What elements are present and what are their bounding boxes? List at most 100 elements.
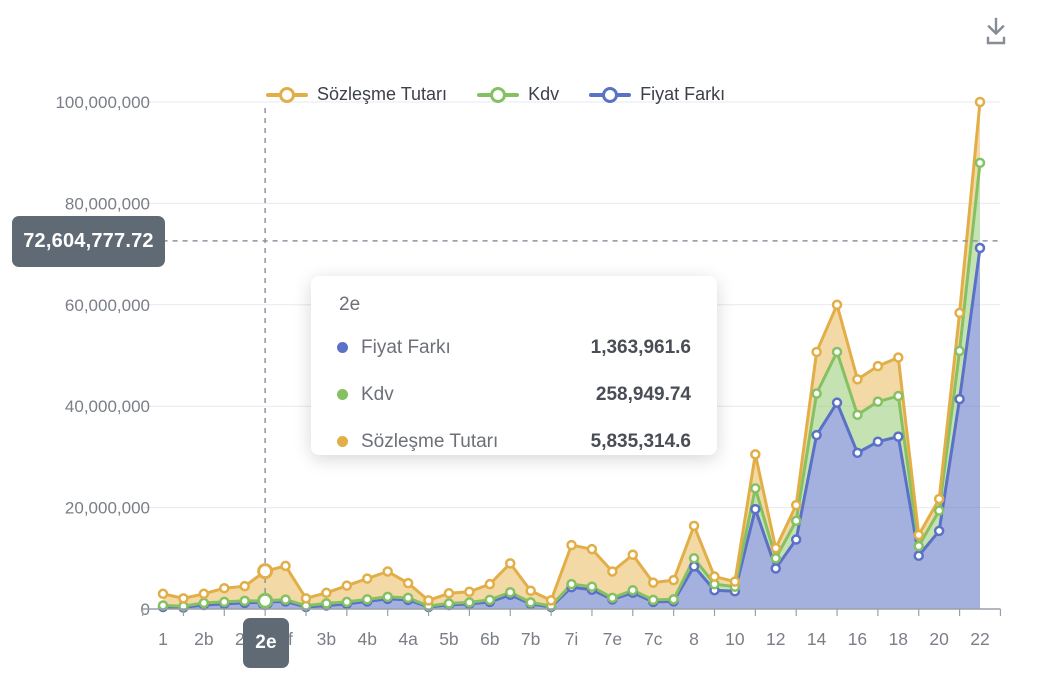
x-axis-label: 18 [889, 629, 908, 649]
x-axis-label: 10 [725, 629, 745, 649]
data-point-marker [568, 541, 576, 549]
tooltip-row: Kdv 258,949.74 [337, 371, 691, 418]
data-point-marker [853, 449, 861, 457]
data-point-marker [976, 98, 984, 106]
data-point-marker [853, 375, 861, 383]
tooltip-row: Sözleşme Tutarı 5,835,314.6 [337, 418, 691, 465]
data-point-marker [200, 599, 208, 607]
x-axis-label: 12 [766, 629, 785, 649]
data-point-marker [527, 598, 535, 606]
tooltip-series-label: Kdv [361, 384, 394, 406]
data-point-marker [527, 587, 535, 595]
legend-item-label: Kdv [528, 84, 559, 105]
data-point-marker [486, 580, 494, 588]
data-point-marker [935, 495, 943, 503]
legend-item-0[interactable]: Sözleşme Tutarı [266, 84, 447, 105]
series-dot-icon [337, 389, 348, 400]
data-point-marker [956, 347, 964, 355]
data-point-marker [976, 244, 984, 252]
data-point-marker [833, 399, 841, 407]
data-point-marker [874, 398, 882, 406]
data-point-marker [302, 594, 310, 602]
chart-page: Sözleşme TutarıKdvFiyat Farkı 020,000,00… [0, 0, 1037, 690]
data-point-marker [506, 559, 514, 567]
x-axis-label: 8 [689, 629, 699, 649]
data-point-marker [935, 507, 943, 515]
data-point-marker [363, 595, 371, 603]
x-axis-label: 6b [480, 629, 499, 649]
x-axis-label: 7i [565, 629, 579, 649]
tooltip-series-value: 1,363,961.6 [591, 337, 691, 359]
data-point-marker [425, 596, 433, 604]
data-point-marker [894, 354, 902, 362]
tooltip-series-value: 258,949.74 [596, 384, 691, 406]
data-point-marker [813, 348, 821, 356]
data-point-marker [363, 575, 371, 583]
data-point-marker [547, 596, 555, 604]
data-point-marker [568, 580, 576, 588]
data-point-marker [813, 431, 821, 439]
data-point-marker [956, 395, 964, 403]
data-point-marker [241, 597, 249, 605]
legend-marker-icon [589, 87, 631, 103]
data-point-marker [506, 588, 514, 596]
legend-marker-icon [477, 87, 519, 103]
data-point-marker [813, 390, 821, 398]
data-point-marker [874, 438, 882, 446]
data-point-marker [259, 565, 272, 578]
data-point-marker [200, 590, 208, 598]
data-point-marker [629, 551, 637, 559]
y-axis-label: 100,000,000 [55, 93, 150, 112]
data-point-marker [465, 588, 473, 596]
data-point-marker [976, 159, 984, 167]
data-point-marker [282, 562, 290, 570]
legend-item-2[interactable]: Fiyat Farkı [589, 84, 725, 105]
data-point-marker [465, 598, 473, 606]
data-point-marker [343, 582, 351, 590]
data-point-marker [404, 579, 412, 587]
tooltip-title: 2e [339, 294, 691, 316]
tooltip-row: Fiyat Farkı1,363,961.6 [337, 324, 691, 371]
series-dot-icon [337, 436, 348, 447]
data-point-marker [649, 579, 657, 587]
data-point-marker [751, 505, 759, 513]
data-point-marker [608, 594, 616, 602]
data-point-marker [608, 567, 616, 575]
x-axis-label: 20 [929, 629, 949, 649]
data-point-marker [894, 392, 902, 400]
data-point-marker [915, 552, 923, 560]
data-point-marker [179, 594, 187, 602]
data-point-marker [649, 596, 657, 604]
data-point-marker [159, 601, 167, 609]
legend-marker-icon [266, 87, 308, 103]
data-point-marker [220, 584, 228, 592]
x-axis-label: 14 [807, 629, 827, 649]
x-axis-label: 4a [398, 629, 418, 649]
series-dot-icon [337, 342, 348, 353]
data-point-marker [772, 564, 780, 572]
legend-item-1[interactable]: Kdv [477, 84, 559, 105]
data-point-marker [853, 411, 861, 419]
data-point-marker [445, 589, 453, 597]
data-point-marker [915, 531, 923, 539]
data-point-marker [690, 554, 698, 562]
data-point-marker [445, 599, 453, 607]
data-point-marker [384, 593, 392, 601]
tooltip-series-label: Sözleşme Tutarı [361, 431, 498, 453]
data-point-marker [751, 484, 759, 492]
data-point-marker [915, 542, 923, 550]
data-point-marker [241, 582, 249, 590]
y-axis-label: 20,000,000 [65, 499, 150, 518]
data-point-marker [874, 362, 882, 370]
data-point-marker [629, 586, 637, 594]
y-axis-label: 80,000,000 [65, 194, 150, 213]
tooltip-series-value: 5,835,314.6 [591, 431, 691, 453]
data-point-marker [833, 301, 841, 309]
data-point-marker [159, 590, 167, 598]
x-axis-label: 1 [158, 629, 168, 649]
data-point-marker [486, 596, 494, 604]
data-point-marker [282, 596, 290, 604]
x-axis-label: 4b [358, 629, 377, 649]
y-axis-pointer-badge: 72,604,777.72 [12, 216, 165, 267]
data-point-marker [343, 598, 351, 606]
